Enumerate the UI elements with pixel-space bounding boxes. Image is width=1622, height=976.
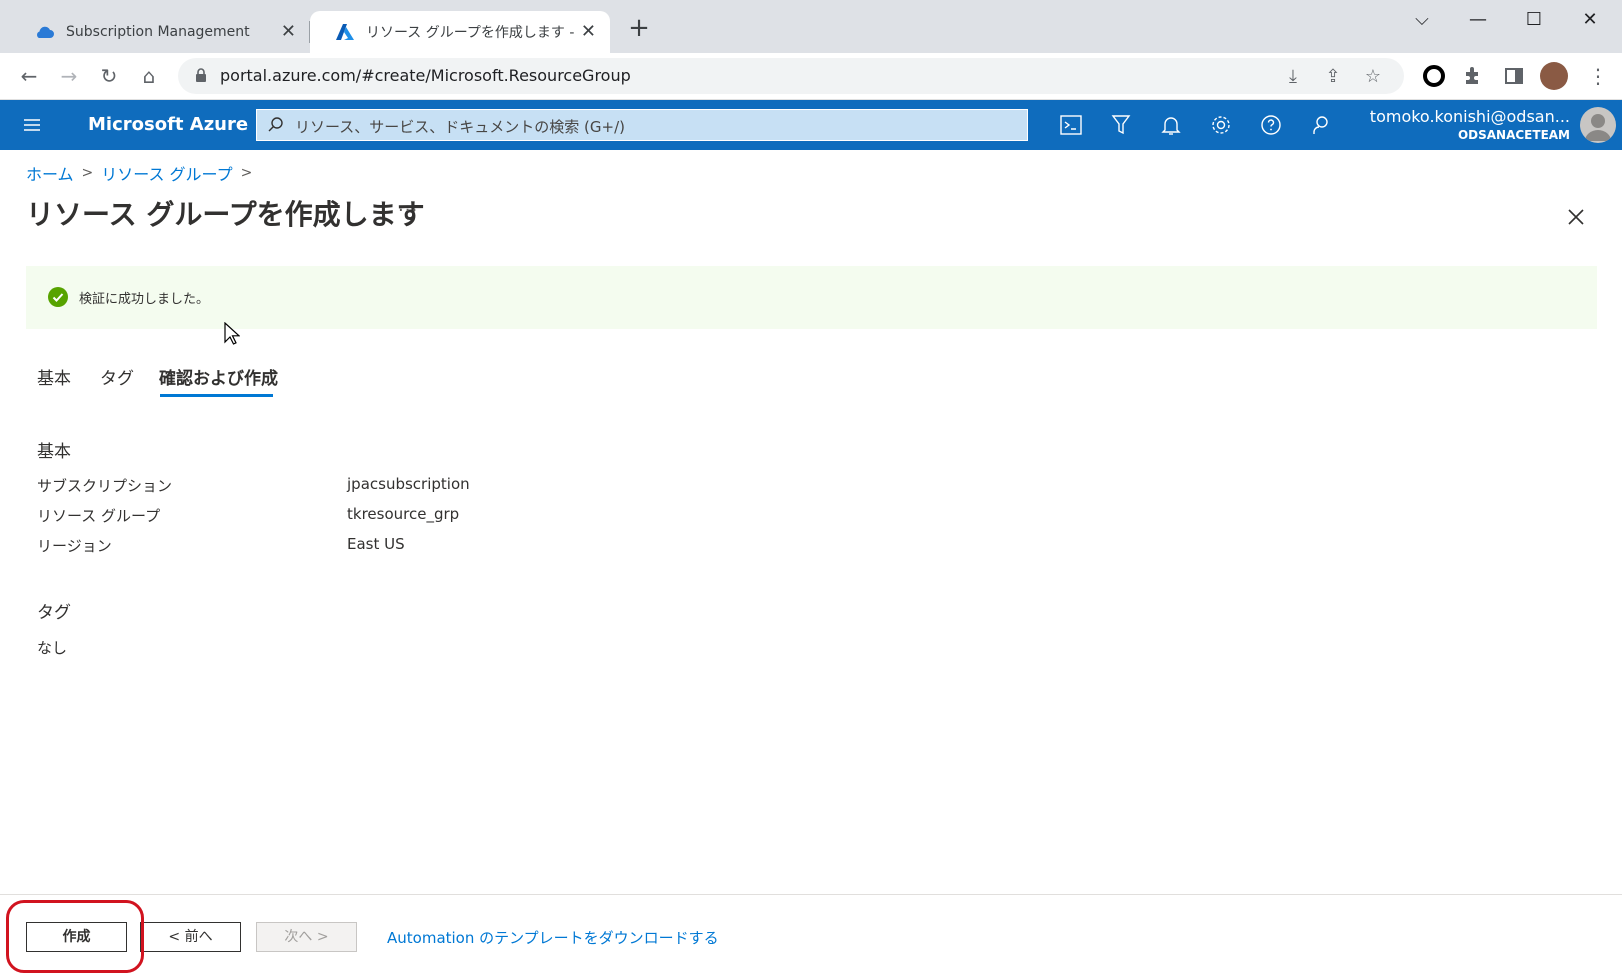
resource-group-value: tkresource_grp bbox=[347, 505, 460, 523]
extensions-puzzle-icon[interactable] bbox=[1462, 64, 1486, 88]
active-tab-indicator bbox=[160, 394, 273, 397]
basics-section-title: 基本 bbox=[37, 442, 71, 462]
directory-filter-icon[interactable] bbox=[1109, 113, 1133, 137]
notifications-bell-icon[interactable] bbox=[1159, 113, 1183, 137]
tab-search-chevron-icon[interactable]: ⌵ bbox=[1402, 6, 1442, 34]
close-icon[interactable]: ✕ bbox=[581, 23, 596, 41]
download-automation-template-link[interactable]: Automation のテンプレートをダウンロードする bbox=[387, 927, 719, 948]
forward-arrow-icon[interactable]: → bbox=[56, 63, 82, 89]
account-name: tomoko.konishi@odsan... bbox=[1369, 107, 1570, 126]
breadcrumb-separator: > bbox=[81, 165, 94, 181]
resource-group-label: リソース グループ bbox=[37, 507, 161, 525]
extension-circle-icon[interactable] bbox=[1422, 64, 1446, 88]
maximize-button[interactable]: ☐ bbox=[1514, 6, 1554, 34]
settings-gear-icon[interactable] bbox=[1209, 113, 1233, 137]
menu-kebab-icon[interactable]: ⋮ bbox=[1586, 64, 1610, 88]
mouse-cursor-icon bbox=[224, 322, 240, 346]
cloud-icon bbox=[34, 25, 54, 39]
lock-icon bbox=[195, 68, 207, 83]
cloud-shell-icon[interactable] bbox=[1059, 113, 1083, 137]
window-close-button[interactable]: ✕ bbox=[1570, 6, 1610, 34]
bookmark-star-icon[interactable]: ☆ bbox=[1362, 66, 1384, 88]
region-label: リージョン bbox=[37, 537, 112, 555]
subscription-label: サブスクリプション bbox=[37, 477, 173, 495]
install-app-icon[interactable]: ⤓ bbox=[1282, 66, 1304, 88]
browser-tab-create-resource-group[interactable]: リソース グループを作成します - Micro ✕ bbox=[310, 11, 610, 53]
feedback-icon[interactable] bbox=[1309, 113, 1333, 137]
reload-icon[interactable]: ↻ bbox=[96, 63, 122, 89]
subscription-value: jpacsubscription bbox=[347, 475, 470, 493]
home-icon[interactable]: ⌂ bbox=[136, 63, 162, 89]
validation-success-banner: 検証に成功しました。 bbox=[26, 266, 1597, 329]
breadcrumb-separator: > bbox=[240, 165, 253, 181]
azure-brand[interactable]: Microsoft Azure bbox=[88, 114, 248, 135]
tab-label: リソース グループを作成します - Micro bbox=[366, 25, 576, 41]
breadcrumb: ホーム > リソース グループ > bbox=[26, 161, 252, 185]
browser-toolbar: ← → ↻ ⌂ portal.azure.com/#create/Microso… bbox=[0, 53, 1622, 100]
azure-logo-icon bbox=[336, 24, 354, 40]
share-icon[interactable]: ⇪ bbox=[1322, 66, 1344, 88]
new-tab-button[interactable]: + bbox=[626, 15, 652, 42]
account-org: ODSANACETEAM bbox=[1457, 128, 1570, 142]
avatar[interactable] bbox=[1580, 107, 1616, 143]
browser-tab-strip: Subscription Management ✕ リソース グループを作成しま… bbox=[0, 0, 1622, 53]
global-search-input[interactable]: リソース、サービス、ドキュメントの検索 (G+/) bbox=[256, 109, 1028, 141]
back-arrow-icon[interactable]: ← bbox=[16, 63, 42, 89]
minimize-button[interactable]: — bbox=[1458, 6, 1498, 34]
close-icon[interactable] bbox=[1564, 205, 1588, 229]
tab-basics[interactable]: 基本 bbox=[37, 364, 71, 389]
help-question-icon[interactable] bbox=[1259, 113, 1283, 137]
profile-avatar[interactable] bbox=[1540, 62, 1568, 90]
tags-value: なし bbox=[37, 639, 68, 657]
tags-section-title: タグ bbox=[37, 603, 71, 623]
account-info[interactable]: tomoko.konishi@odsan... ODSANACETEAM bbox=[1370, 107, 1570, 142]
azure-header: Microsoft Azure リソース、サービス、ドキュメントの検索 (G+/… bbox=[0, 100, 1622, 150]
url-text: portal.azure.com/#create/Microsoft.Resou… bbox=[220, 66, 631, 85]
success-check-icon bbox=[48, 287, 68, 307]
region-value: East US bbox=[347, 535, 405, 553]
tab-tags[interactable]: タグ bbox=[100, 364, 134, 389]
search-placeholder: リソース、サービス、ドキュメントの検索 (G+/) bbox=[295, 118, 625, 136]
close-icon[interactable]: ✕ bbox=[281, 23, 296, 41]
create-button-highlight bbox=[6, 900, 144, 973]
tab-review-create[interactable]: 確認および作成 bbox=[159, 364, 278, 389]
address-bar[interactable]: portal.azure.com/#create/Microsoft.Resou… bbox=[178, 58, 1404, 94]
hamburger-menu-icon[interactable] bbox=[22, 115, 42, 135]
more-options-icon[interactable]: ··· bbox=[398, 200, 418, 221]
wizard-footer: 作成 < 前へ 次へ > Automation のテンプレートをダウンロードする bbox=[0, 894, 1622, 976]
breadcrumb-home-link[interactable]: ホーム bbox=[26, 161, 74, 185]
browser-tab-subscription[interactable]: Subscription Management ✕ bbox=[8, 11, 310, 53]
previous-button[interactable]: < 前へ bbox=[140, 922, 241, 952]
side-panel-icon[interactable] bbox=[1502, 64, 1526, 88]
page-title: リソース グループを作成します bbox=[26, 198, 425, 231]
breadcrumb-resource-groups-link[interactable]: リソース グループ bbox=[101, 161, 232, 185]
next-button[interactable]: 次へ > bbox=[256, 922, 357, 952]
validation-message: 検証に成功しました。 bbox=[79, 292, 210, 307]
search-icon bbox=[267, 116, 285, 134]
tab-label: Subscription Management bbox=[66, 24, 250, 40]
